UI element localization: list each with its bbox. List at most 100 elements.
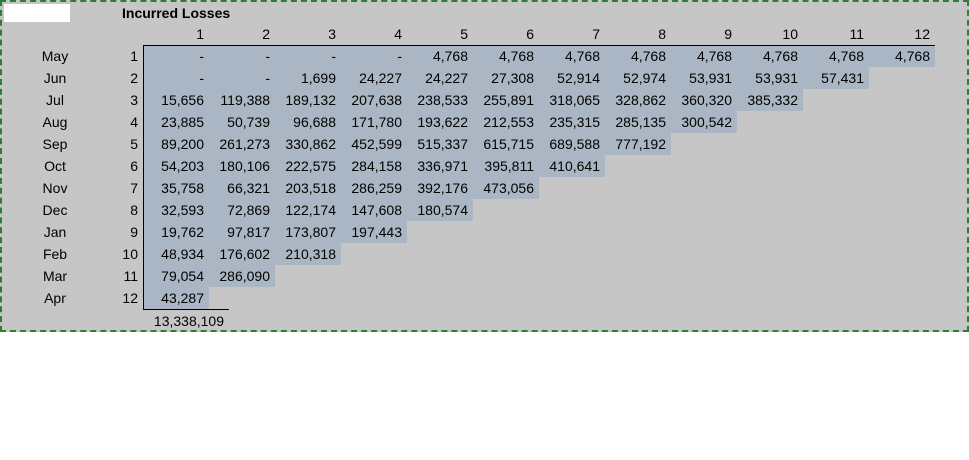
loss-cell[interactable]: 410,641 xyxy=(539,155,605,177)
loss-cell[interactable]: - xyxy=(209,45,275,67)
dev-period-header: 7 xyxy=(592,26,600,42)
loss-cell[interactable]: 4,768 xyxy=(869,45,935,67)
loss-cell[interactable]: 4,768 xyxy=(737,45,803,67)
loss-cell[interactable]: 122,174 xyxy=(275,199,341,221)
loss-cell[interactable]: 318,065 xyxy=(539,89,605,111)
loss-cell[interactable]: 176,602 xyxy=(209,243,275,265)
loss-cell[interactable]: 4,768 xyxy=(473,45,539,67)
loss-cell[interactable]: 43,287 xyxy=(143,287,209,309)
blank-cell[interactable] xyxy=(4,4,70,22)
loss-cell[interactable]: 52,914 xyxy=(539,67,605,89)
accident-month-label: Jul xyxy=(46,92,64,108)
row-index: 12 xyxy=(122,290,138,306)
loss-cell[interactable]: 222,575 xyxy=(275,155,341,177)
loss-cell[interactable]: 385,332 xyxy=(737,89,803,111)
row-index: 11 xyxy=(123,268,138,284)
accident-month-label: Apr xyxy=(44,290,66,306)
grand-total[interactable]: 13,338,109 xyxy=(143,309,229,331)
loss-cell[interactable]: - xyxy=(209,67,275,89)
loss-cell[interactable]: 285,135 xyxy=(605,111,671,133)
loss-cell[interactable]: 32,593 xyxy=(143,199,209,221)
accident-month-label: Nov xyxy=(42,180,68,196)
loss-cell[interactable]: 97,817 xyxy=(209,221,275,243)
loss-cell[interactable]: 193,622 xyxy=(407,111,473,133)
loss-cell[interactable]: 23,885 xyxy=(143,111,209,133)
loss-cell[interactable]: 197,443 xyxy=(341,221,407,243)
loss-cell[interactable]: 4,768 xyxy=(671,45,737,67)
accident-month-label: Dec xyxy=(42,202,68,218)
row-index: 3 xyxy=(130,92,138,108)
loss-cell[interactable]: 4,768 xyxy=(539,45,605,67)
loss-cell[interactable]: 48,934 xyxy=(143,243,209,265)
loss-cell[interactable]: 180,106 xyxy=(209,155,275,177)
loss-cell[interactable]: 24,227 xyxy=(341,67,407,89)
loss-cell[interactable]: 286,259 xyxy=(341,177,407,199)
loss-cell[interactable]: 328,862 xyxy=(605,89,671,111)
loss-cell[interactable]: 210,318 xyxy=(275,243,341,265)
loss-cell[interactable]: 27,308 xyxy=(473,67,539,89)
row-index: 8 xyxy=(130,202,138,218)
loss-cell[interactable]: 50,739 xyxy=(209,111,275,133)
accident-month-label: May xyxy=(41,48,69,64)
loss-cell[interactable]: 52,974 xyxy=(605,67,671,89)
loss-cell[interactable]: 53,931 xyxy=(671,67,737,89)
loss-cell[interactable]: - xyxy=(143,67,209,89)
loss-cell[interactable]: 395,811 xyxy=(473,155,539,177)
loss-cell[interactable]: 336,971 xyxy=(407,155,473,177)
loss-cell[interactable]: 360,320 xyxy=(671,89,737,111)
loss-cell[interactable]: 286,090 xyxy=(209,265,275,287)
loss-cell[interactable]: 284,158 xyxy=(341,155,407,177)
loss-cell[interactable]: 392,176 xyxy=(407,177,473,199)
loss-cell[interactable]: 4,768 xyxy=(605,45,671,67)
loss-cell[interactable]: 203,518 xyxy=(275,177,341,199)
loss-cell[interactable]: 96,688 xyxy=(275,111,341,133)
loss-cell[interactable]: 147,608 xyxy=(341,199,407,221)
loss-cell[interactable]: 330,862 xyxy=(275,133,341,155)
loss-cell[interactable]: - xyxy=(341,45,407,67)
loss-cell[interactable]: 89,200 xyxy=(143,133,209,155)
loss-cell[interactable]: 615,715 xyxy=(473,133,539,155)
loss-cell[interactable]: 171,780 xyxy=(341,111,407,133)
accident-month-label: Aug xyxy=(42,114,68,130)
accident-month-label: Feb xyxy=(42,246,68,262)
loss-cell[interactable]: 57,431 xyxy=(803,67,869,89)
loss-cell[interactable]: 255,891 xyxy=(473,89,539,111)
row-index: 5 xyxy=(130,136,138,152)
loss-cell[interactable]: 15,656 xyxy=(143,89,209,111)
loss-cell[interactable]: 235,315 xyxy=(539,111,605,133)
loss-cell[interactable]: 4,768 xyxy=(803,45,869,67)
loss-cell[interactable]: 212,553 xyxy=(473,111,539,133)
loss-cell[interactable]: 119,388 xyxy=(209,89,275,111)
loss-cell[interactable]: 452,599 xyxy=(341,133,407,155)
loss-cell[interactable]: 173,807 xyxy=(275,221,341,243)
loss-cell[interactable]: 1,699 xyxy=(275,67,341,89)
loss-cell[interactable]: 473,056 xyxy=(473,177,539,199)
loss-cell[interactable]: 689,588 xyxy=(539,133,605,155)
loss-cell[interactable]: 79,054 xyxy=(143,265,209,287)
loss-cell[interactable]: 53,931 xyxy=(737,67,803,89)
loss-cell[interactable]: 4,768 xyxy=(407,45,473,67)
loss-cell[interactable]: 19,762 xyxy=(143,221,209,243)
loss-cell[interactable]: 207,638 xyxy=(341,89,407,111)
dev-period-header: 6 xyxy=(526,26,534,42)
loss-cell[interactable]: 180,574 xyxy=(407,199,473,221)
row-index: 6 xyxy=(130,158,138,174)
row-index: 9 xyxy=(130,224,138,240)
dev-period-header: 2 xyxy=(262,26,270,42)
loss-cell[interactable]: 35,758 xyxy=(143,177,209,199)
loss-cell[interactable]: 54,203 xyxy=(143,155,209,177)
loss-cell[interactable]: - xyxy=(143,45,209,67)
loss-cell[interactable]: 261,273 xyxy=(209,133,275,155)
loss-cell[interactable]: 24,227 xyxy=(407,67,473,89)
loss-cell[interactable]: 515,337 xyxy=(407,133,473,155)
loss-cell[interactable]: 777,192 xyxy=(605,133,671,155)
loss-cell[interactable]: - xyxy=(275,45,341,67)
loss-cell[interactable]: 238,533 xyxy=(407,89,473,111)
loss-cell[interactable]: 66,321 xyxy=(209,177,275,199)
loss-cell[interactable]: 300,542 xyxy=(671,111,737,133)
loss-cell[interactable]: 72,869 xyxy=(209,199,275,221)
dev-period-header: 4 xyxy=(394,26,402,42)
loss-cell[interactable]: 189,132 xyxy=(275,89,341,111)
dev-period-header: 1 xyxy=(196,26,204,42)
dev-period-header: 3 xyxy=(328,26,336,42)
